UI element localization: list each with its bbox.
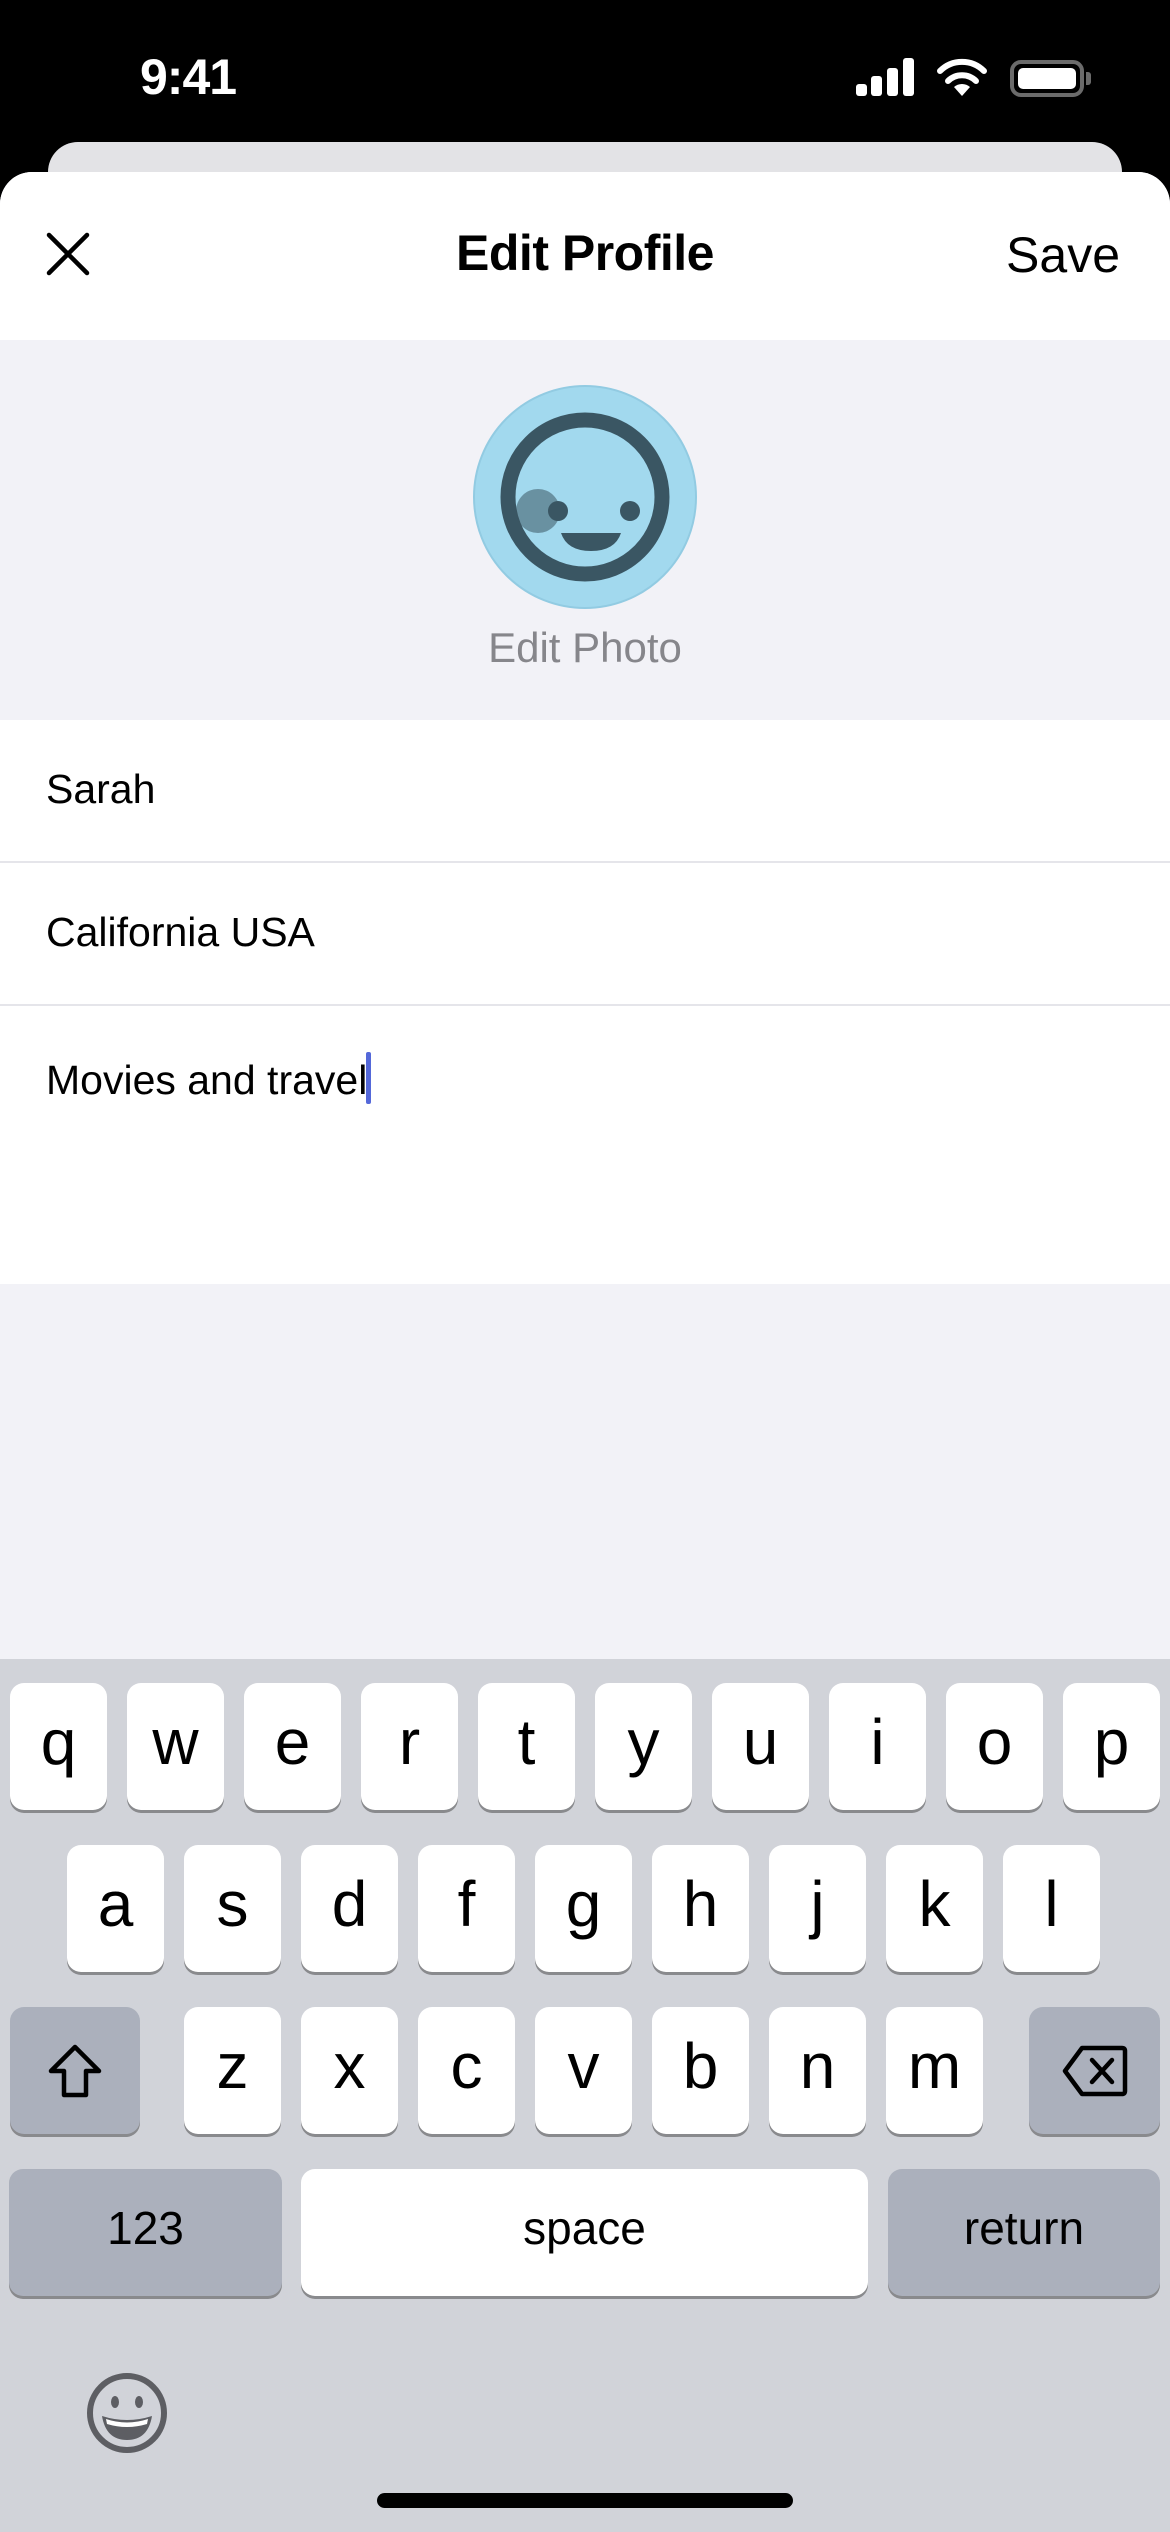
key-label: l: [1044, 1867, 1059, 1940]
key-f[interactable]: f: [418, 1845, 515, 1972]
key-y[interactable]: y: [595, 1683, 692, 1810]
profile-fields: Sarah California USA Movies and travel: [0, 720, 1170, 1284]
key-d[interactable]: d: [301, 1845, 398, 1972]
key-h[interactable]: h: [652, 1845, 749, 1972]
return-key-label: return: [963, 2201, 1085, 2254]
return-key[interactable]: return: [888, 2169, 1160, 2296]
wifi-icon: [936, 56, 988, 96]
key-e[interactable]: e: [244, 1683, 341, 1810]
key-label: c: [450, 2029, 483, 2102]
page-title: Edit Profile: [456, 225, 714, 281]
space-key[interactable]: space: [301, 2169, 868, 2296]
shift-icon: [48, 2044, 102, 2097]
keyboard: q w e r t y u i o p a s d f g h j k l z x c v b nm 123 space r…: [0, 1659, 1170, 2532]
key-a[interactable]: a: [67, 1845, 164, 1972]
name-field-value: Sarah: [46, 766, 156, 812]
smiley-avatar-icon: [500, 412, 670, 582]
location-field-value: California USA: [46, 909, 315, 955]
nav-bar: Edit Profile Save: [0, 172, 1170, 340]
key-label: r: [398, 1705, 421, 1778]
name-field[interactable]: Sarah: [0, 720, 1170, 863]
key-r[interactable]: r: [361, 1683, 458, 1810]
key-label: s: [216, 1867, 249, 1940]
key-label: o: [976, 1705, 1013, 1778]
key-t[interactable]: t: [478, 1683, 575, 1810]
key-x[interactable]: x: [301, 2007, 398, 2134]
emoji-icon: [87, 2373, 167, 2453]
key-c[interactable]: c: [418, 2007, 515, 2134]
key-label: a: [97, 1867, 134, 1940]
emoji-button[interactable]: [86, 2372, 168, 2454]
key-label: h: [682, 1867, 719, 1940]
key-v[interactable]: v: [535, 2007, 632, 2134]
key-label: k: [918, 1867, 951, 1940]
key-j[interactable]: j: [769, 1845, 866, 1972]
key-n[interactable]: n: [769, 2007, 866, 2134]
avatar[interactable]: [473, 385, 697, 609]
key-label: g: [565, 1867, 602, 1940]
key-label: y: [627, 1705, 660, 1778]
edit-photo-button[interactable]: Edit Photo: [0, 624, 1170, 672]
key-k[interactable]: k: [886, 1845, 983, 1972]
battery-nub: [1086, 72, 1091, 85]
numbers-key[interactable]: 123: [9, 2169, 282, 2296]
key-label: b: [682, 2029, 719, 2102]
numbers-key-label: 123: [107, 2201, 184, 2254]
key-label: d: [331, 1867, 368, 1940]
key-label: q: [40, 1705, 77, 1778]
key-b[interactable]: b: [652, 2007, 749, 2134]
key-l[interactable]: l: [1003, 1845, 1100, 1972]
key-g[interactable]: g: [535, 1845, 632, 1972]
battery-icon: [1010, 60, 1084, 97]
key-label: u: [742, 1705, 779, 1778]
key-i[interactable]: i: [829, 1683, 926, 1810]
key-q[interactable]: q: [10, 1683, 107, 1810]
shift-key[interactable]: [10, 2007, 140, 2134]
key-u[interactable]: u: [712, 1683, 809, 1810]
key-p[interactable]: p: [1063, 1683, 1160, 1810]
key-m[interactable]: m: [886, 2007, 983, 2134]
key-label: w: [152, 1705, 199, 1778]
key-label: z: [216, 2029, 249, 2102]
key-label: i: [870, 1705, 885, 1778]
save-button[interactable]: Save: [1006, 226, 1120, 284]
key-label: e: [274, 1705, 311, 1778]
key-z[interactable]: z: [184, 2007, 281, 2134]
key-label: j: [810, 1867, 825, 1940]
key-w[interactable]: w: [127, 1683, 224, 1810]
bio-field-value: Movies and travel: [46, 1057, 368, 1103]
bio-field[interactable]: Movies and travel: [0, 1006, 1170, 1284]
key-label: t: [517, 1705, 536, 1778]
delete-key[interactable]: [1029, 2007, 1160, 2134]
text-caret: [366, 1052, 372, 1104]
status-time: 9:41: [140, 49, 237, 105]
delete-icon: [1062, 2045, 1127, 2096]
key-label: f: [457, 1867, 476, 1940]
key-label: n: [799, 2029, 836, 2102]
key-o[interactable]: o: [946, 1683, 1043, 1810]
location-field[interactable]: California USA: [0, 863, 1170, 1006]
key-s[interactable]: s: [184, 1845, 281, 1972]
key-label: v: [567, 2029, 600, 2102]
key-label: p: [1093, 1705, 1130, 1778]
signal-icon: [856, 58, 914, 96]
key-label: x: [333, 2029, 366, 2102]
home-indicator: [377, 2493, 793, 2508]
space-key-label: space: [523, 2201, 646, 2254]
key-label: m: [907, 2029, 962, 2102]
